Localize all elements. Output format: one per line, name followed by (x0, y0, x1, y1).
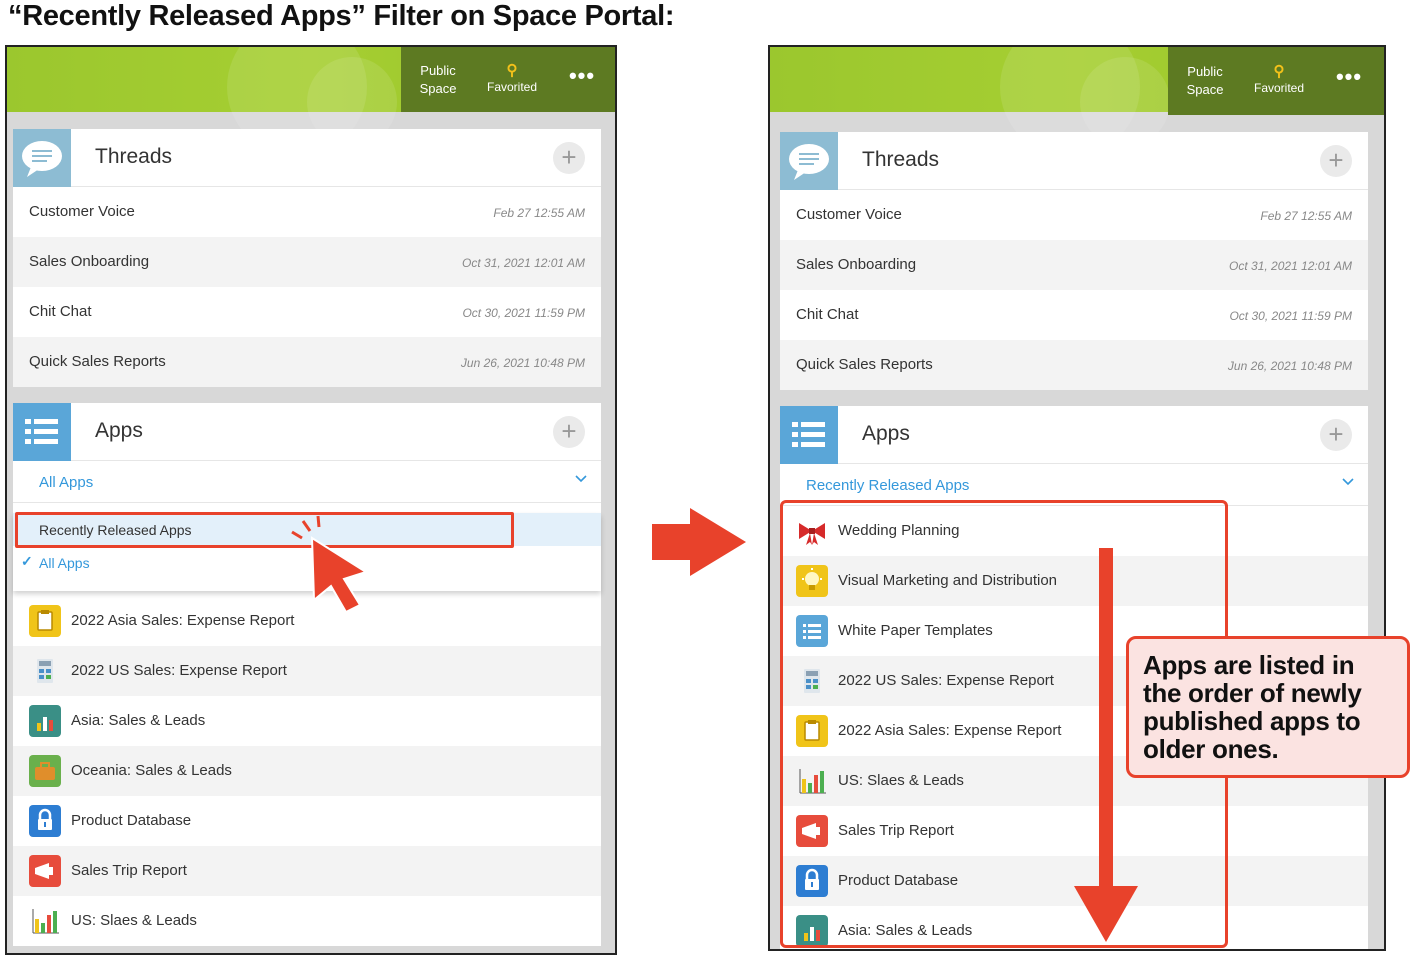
cursor-icon (310, 536, 369, 614)
annotation-layer (291, 508, 1138, 942)
annotation-callout: Apps are listed in the order of newly pu… (1126, 636, 1410, 778)
click-spark-icon (291, 515, 321, 540)
arrow-right-icon (652, 508, 746, 576)
